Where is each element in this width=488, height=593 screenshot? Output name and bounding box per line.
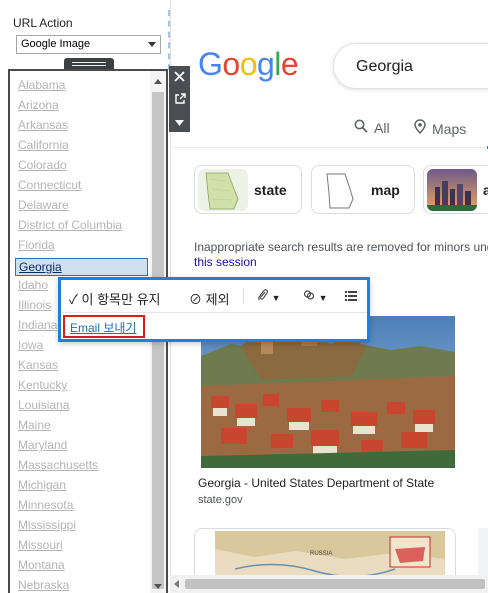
scroll-down-icon[interactable] xyxy=(154,584,162,589)
tab-all[interactable]: All xyxy=(354,119,390,136)
state-item[interactable]: Florida xyxy=(18,238,55,252)
close-icon[interactable] xyxy=(169,66,190,88)
chip-map-label: map xyxy=(371,182,400,198)
logo-letter: o xyxy=(222,46,240,82)
chip-map[interactable]: map xyxy=(311,165,415,214)
keep-only-button[interactable]: ✓ 이 항목만 유지 xyxy=(69,289,161,308)
link-dropdown[interactable]: ▼ xyxy=(303,289,328,304)
external-link-icon[interactable] xyxy=(169,88,190,110)
state-item[interactable]: Maine xyxy=(18,418,51,432)
horizontal-scroll-thumb[interactable] xyxy=(185,579,485,589)
check-icon: ✓ xyxy=(69,292,78,307)
google-logo[interactable]: Google xyxy=(198,46,299,83)
state-item[interactable]: District of Columbia xyxy=(18,218,122,232)
horizontal-scrollbar[interactable] xyxy=(170,575,488,593)
attach-caret-icon: ▼ xyxy=(271,293,281,303)
state-item[interactable]: Delaware xyxy=(18,198,69,212)
context-popup: ✓ 이 항목만 유지 ⊘ 제외 ▼ ▼ Email 보내기 xyxy=(58,277,370,342)
state-item[interactable]: Maryland xyxy=(18,438,67,452)
toolbar-divider xyxy=(243,288,244,304)
side-toolbar xyxy=(169,66,190,132)
search-input[interactable]: Georgia xyxy=(356,58,413,76)
state-item[interactable]: Louisiana xyxy=(18,398,69,412)
state-item[interactable]: Michigan xyxy=(18,478,66,492)
chip-map-thumbnail xyxy=(315,169,365,211)
url-action-label: URL Action xyxy=(13,16,73,30)
chip-state-label: state xyxy=(254,182,287,198)
url-action-value: Google Image xyxy=(21,38,91,50)
state-item[interactable]: Arkansas xyxy=(18,118,68,132)
search-icon xyxy=(354,119,368,136)
logo-letter: G xyxy=(198,46,223,82)
state-item[interactable]: Montana xyxy=(18,558,65,572)
chip-atlanta-label: a xyxy=(483,182,488,198)
state-item[interactable]: Mississippi xyxy=(18,518,76,532)
state-item[interactable]: Iowa xyxy=(18,338,43,352)
this-session-link[interactable]: this session xyxy=(194,255,257,269)
search-tabs: All Maps xyxy=(171,108,488,149)
map-pin-icon xyxy=(414,119,426,137)
email-highlight: Email 보내기 xyxy=(63,315,145,338)
state-item[interactable]: Kentucky xyxy=(18,378,67,392)
state-item[interactable]: Massachusetts xyxy=(18,458,98,472)
logo-letter: g xyxy=(256,46,275,82)
exclude-button[interactable]: ⊘ 제외 xyxy=(189,289,230,308)
safe-search-notice: Inappropriate search results are removed… xyxy=(194,240,488,254)
state-item[interactable]: Indiana xyxy=(18,318,57,332)
paperclip-icon xyxy=(257,289,272,304)
state-item[interactable]: Connecticut xyxy=(18,178,81,192)
popup-toolbar: ✓ 이 항목만 유지 ⊘ 제외 ▼ ▼ xyxy=(61,280,367,313)
table-view-button[interactable] xyxy=(345,289,357,304)
chip-atlanta[interactable]: a xyxy=(423,165,488,214)
state-item[interactable]: California xyxy=(18,138,69,152)
state-item[interactable]: Missouri xyxy=(18,538,63,552)
send-email-link[interactable]: Email 보내기 xyxy=(70,319,136,336)
scroll-left-icon[interactable] xyxy=(174,580,179,588)
table-icon xyxy=(345,289,357,304)
state-item[interactable]: Colorado xyxy=(18,158,67,172)
search-box[interactable]: Georgia xyxy=(333,43,488,89)
result-title[interactable]: Georgia - United States Department of St… xyxy=(198,476,434,490)
block-icon: ⊘ xyxy=(189,292,203,307)
url-action-select[interactable]: Google Image xyxy=(16,35,161,54)
attach-dropdown[interactable]: ▼ xyxy=(257,289,281,304)
link-icon xyxy=(303,289,319,304)
chip-atlanta-thumbnail xyxy=(427,169,477,211)
chip-state[interactable]: state xyxy=(194,165,302,214)
state-item[interactable]: Nebraska xyxy=(18,578,69,592)
app-root: URL Action Google Image Alabama Arizona Ar… xyxy=(0,0,488,593)
link-caret-icon: ▼ xyxy=(318,293,328,303)
state-item[interactable]: Alabama xyxy=(18,78,65,92)
state-item[interactable]: Idaho xyxy=(18,278,48,292)
exclude-label: 제외 xyxy=(205,292,230,307)
logo-letter: e xyxy=(280,46,299,82)
state-item[interactable]: Arizona xyxy=(18,98,59,112)
menu-arrow-icon[interactable] xyxy=(169,110,190,132)
tab-all-label: All xyxy=(374,120,390,136)
chevron-down-icon xyxy=(148,42,156,47)
result-source: state.gov xyxy=(198,494,243,506)
tab-maps-label: Maps xyxy=(432,121,467,137)
tab-maps[interactable]: Maps xyxy=(414,119,466,137)
logo-letter: l xyxy=(274,46,281,82)
map-label-russia: RUSSIA xyxy=(310,551,332,557)
keep-only-label: 이 항목만 유지 xyxy=(81,292,161,307)
state-item-selected[interactable]: Georgia xyxy=(15,258,148,276)
state-item[interactable]: Illinois xyxy=(18,298,51,312)
chip-state-thumbnail xyxy=(198,169,248,211)
state-item[interactable]: Kansas xyxy=(18,358,58,372)
scroll-up-icon[interactable] xyxy=(154,79,162,84)
state-item[interactable]: Minnesota xyxy=(18,498,73,512)
logo-letter: o xyxy=(239,46,258,82)
